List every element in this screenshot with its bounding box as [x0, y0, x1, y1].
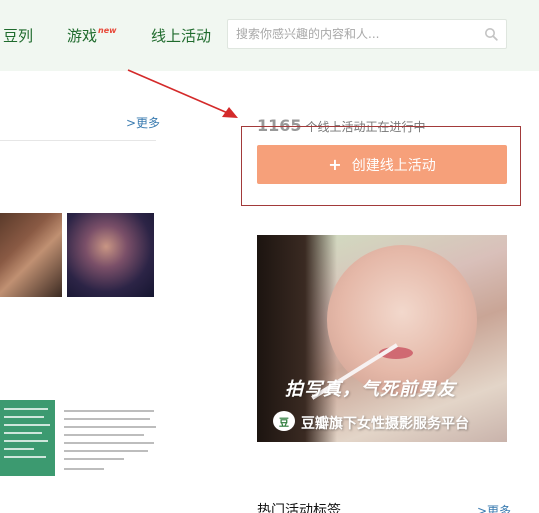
hot-tags-heading: 热门活动标签	[257, 503, 341, 513]
more-link-left[interactable]: >更多	[126, 114, 160, 131]
plus-icon: +	[328, 155, 342, 174]
create-button-label: 创建线上活动	[351, 157, 436, 174]
nav-item-doulie[interactable]: 豆列	[3, 25, 33, 46]
top-nav-bar: 豆列 游戏 new 线上活动	[0, 0, 539, 71]
banner-slogan: 拍写真，气死前男友	[285, 379, 456, 400]
event-photo-thumbnail[interactable]	[67, 213, 154, 297]
nav-item-games[interactable]: 游戏	[67, 25, 97, 46]
search-box	[227, 19, 507, 49]
event-photo-thumbnail[interactable]	[0, 213, 62, 297]
new-badge: new	[98, 26, 117, 35]
section-divider	[0, 140, 156, 141]
event-doc-thumbnail[interactable]	[58, 400, 164, 476]
search-input[interactable]	[236, 25, 476, 43]
banner-subtitle: 豆瓣旗下女性摄影服务平台	[301, 416, 469, 432]
more-link-right[interactable]: >更多	[477, 502, 511, 513]
ad-banner[interactable]: 拍写真，气死前男友 豆 豆瓣旗下女性摄影服务平台	[257, 235, 507, 442]
create-online-event-button[interactable]: + 创建线上活动	[257, 145, 507, 184]
nav-item-online-events[interactable]: 线上活动	[151, 25, 211, 46]
douban-logo-icon: 豆	[273, 411, 295, 431]
event-doc-thumbnail[interactable]	[0, 400, 55, 476]
search-icon[interactable]	[484, 27, 498, 41]
